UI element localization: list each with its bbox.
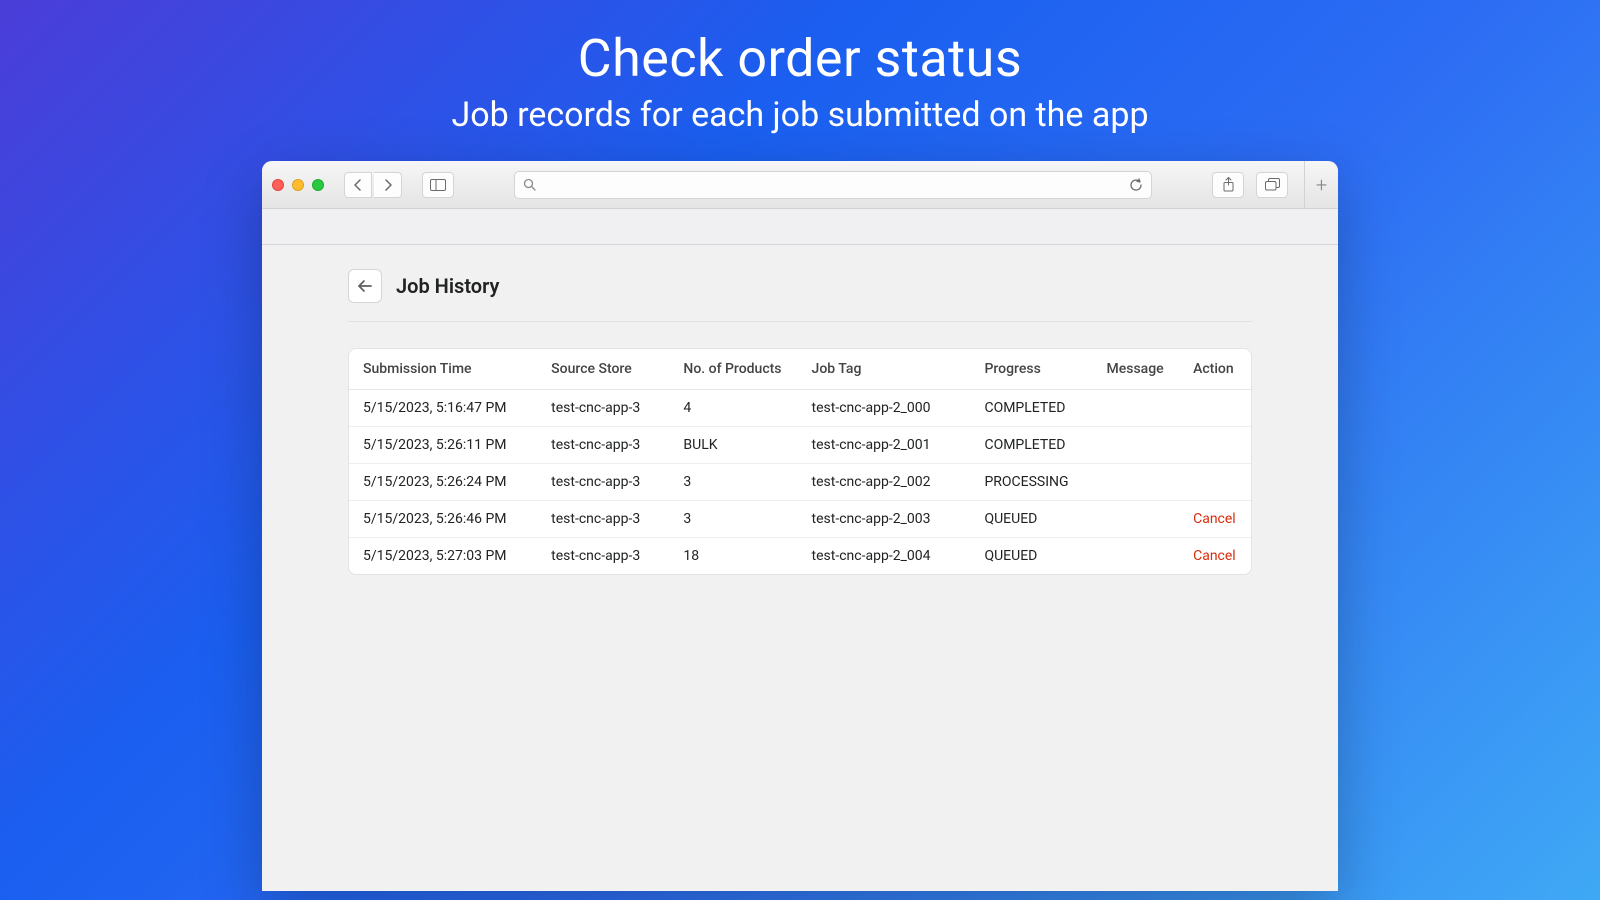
tab-strip [262,209,1338,245]
sidebar-icon [430,179,446,191]
cell-source-store: test-cnc-app-3 [537,390,669,427]
cell-no-of-products: 3 [669,501,797,538]
share-icon [1222,177,1235,192]
cell-action [1179,390,1251,427]
table-header-row: Submission Time Source Store No. of Prod… [349,349,1251,390]
chevron-left-icon [353,179,363,191]
cancel-link[interactable]: Cancel [1193,511,1236,527]
url-input[interactable] [544,177,1121,192]
page-title: Job History [396,274,499,298]
cell-job-tag: test-cnc-app-2_001 [798,427,971,464]
browser-window: + Job History Submission Time Source Sto… [262,161,1338,891]
header-action: Action [1179,349,1251,390]
hero-title: Check order status [451,28,1148,89]
cell-progress: QUEUED [970,538,1092,575]
nav-back-button[interactable] [344,172,372,198]
cell-submission-time: 5/15/2023, 5:27:03 PM [349,538,537,575]
cell-progress: QUEUED [970,501,1092,538]
cell-source-store: test-cnc-app-3 [537,427,669,464]
header-source-store: Source Store [537,349,669,390]
cell-no-of-products: 3 [669,464,797,501]
cell-submission-time: 5/15/2023, 5:26:46 PM [349,501,537,538]
header-message: Message [1093,349,1180,390]
job-history-table-card: Submission Time Source Store No. of Prod… [348,348,1252,575]
sidebar-toggle-button[interactable] [422,172,454,198]
table-row: 5/15/2023, 5:26:24 PMtest-cnc-app-33test… [349,464,1251,501]
cell-message [1093,390,1180,427]
cell-message [1093,427,1180,464]
nav-buttons [344,172,402,198]
cancel-link[interactable]: Cancel [1193,548,1236,564]
chevron-right-icon [383,179,393,191]
header-job-tag: Job Tag [798,349,971,390]
table-row: 5/15/2023, 5:26:46 PMtest-cnc-app-33test… [349,501,1251,538]
header-submission-time: Submission Time [349,349,537,390]
tabs-icon [1265,178,1280,191]
cell-progress: COMPLETED [970,427,1092,464]
arrow-left-icon [357,279,373,293]
cell-submission-time: 5/15/2023, 5:26:24 PM [349,464,537,501]
share-button[interactable] [1212,172,1244,198]
cell-source-store: test-cnc-app-3 [537,538,669,575]
page-back-button[interactable] [348,269,382,303]
browser-toolbar: + [262,161,1338,209]
cell-message [1093,464,1180,501]
reload-icon[interactable] [1129,178,1143,192]
traffic-lights [272,179,324,191]
minimize-window-button[interactable] [292,179,304,191]
cell-action: Cancel [1179,501,1251,538]
job-history-table: Submission Time Source Store No. of Prod… [349,349,1251,574]
page-content: Job History Submission Time Source Store… [262,245,1338,891]
cell-action: Cancel [1179,538,1251,575]
new-tab-button[interactable]: + [1304,161,1338,209]
hero-section: Check order status Job records for each … [451,0,1148,135]
cell-no-of-products: BULK [669,427,797,464]
cell-no-of-products: 4 [669,390,797,427]
cell-message [1093,538,1180,575]
cell-submission-time: 5/15/2023, 5:26:11 PM [349,427,537,464]
url-bar[interactable] [514,171,1152,199]
cell-job-tag: test-cnc-app-2_000 [798,390,971,427]
cell-message [1093,501,1180,538]
close-window-button[interactable] [272,179,284,191]
table-row: 5/15/2023, 5:27:03 PMtest-cnc-app-318tes… [349,538,1251,575]
tabs-button[interactable] [1256,172,1288,198]
cell-source-store: test-cnc-app-3 [537,464,669,501]
toolbar-right: + [1212,161,1328,209]
table-row: 5/15/2023, 5:26:11 PMtest-cnc-app-3BULKt… [349,427,1251,464]
page-header: Job History [348,269,1252,322]
hero-subtitle: Job records for each job submitted on th… [451,95,1148,135]
cell-action [1179,427,1251,464]
maximize-window-button[interactable] [312,179,324,191]
cell-job-tag: test-cnc-app-2_004 [798,538,971,575]
cell-source-store: test-cnc-app-3 [537,501,669,538]
cell-action [1179,464,1251,501]
plus-icon: + [1316,173,1327,197]
header-progress: Progress [970,349,1092,390]
nav-forward-button[interactable] [374,172,402,198]
cell-job-tag: test-cnc-app-2_003 [798,501,971,538]
cell-job-tag: test-cnc-app-2_002 [798,464,971,501]
cell-no-of-products: 18 [669,538,797,575]
header-no-of-products: No. of Products [669,349,797,390]
cell-submission-time: 5/15/2023, 5:16:47 PM [349,390,537,427]
cell-progress: COMPLETED [970,390,1092,427]
search-icon [523,178,536,191]
cell-progress: PROCESSING [970,464,1092,501]
table-row: 5/15/2023, 5:16:47 PMtest-cnc-app-34test… [349,390,1251,427]
